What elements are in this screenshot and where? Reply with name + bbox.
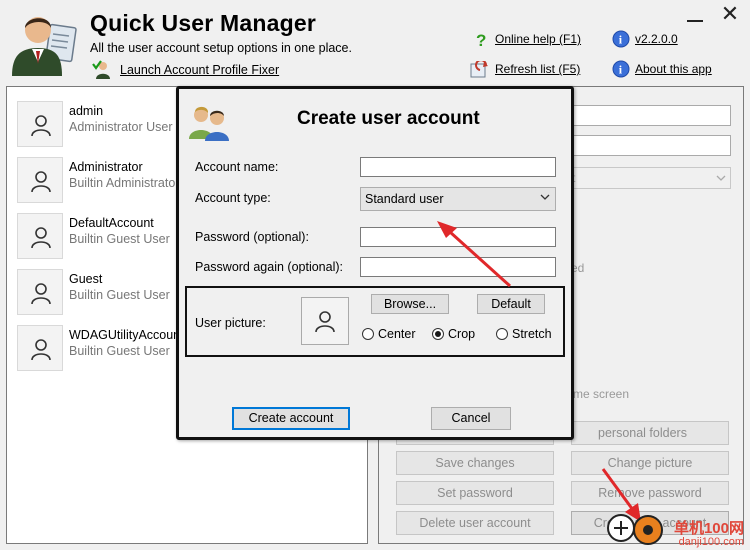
radio-stretch-label: Stretch bbox=[512, 327, 552, 341]
change-picture-button[interactable]: Change picture bbox=[571, 451, 729, 475]
account-type-value: Standard user bbox=[365, 192, 444, 206]
radio-center-dot bbox=[362, 328, 374, 340]
user-name: admin bbox=[69, 104, 104, 118]
user-description: Builtin Guest User bbox=[69, 288, 170, 302]
set-password-button[interactable]: Set password bbox=[396, 481, 554, 505]
account-name-label: Account name: bbox=[195, 160, 279, 174]
refresh-icon[interactable] bbox=[470, 59, 490, 79]
detail-type-combo[interactable]: t bbox=[569, 167, 731, 189]
user-description: Builtin Administrator bbox=[69, 176, 180, 190]
close-icon[interactable]: ✕ bbox=[718, 2, 742, 26]
watermark-line2: danji100.com bbox=[678, 536, 744, 548]
detail-fullname-field[interactable] bbox=[569, 135, 731, 156]
user-description: Builtin Guest User bbox=[69, 232, 170, 246]
password-label: Password (optional): bbox=[195, 230, 309, 244]
user-name: DefaultAccount bbox=[69, 216, 154, 230]
user-avatar-icon bbox=[17, 101, 63, 147]
user-name: Guest bbox=[69, 272, 103, 286]
default-picture-button[interactable]: Default bbox=[477, 294, 545, 314]
user-avatar-icon bbox=[17, 269, 63, 315]
users-icon bbox=[187, 103, 233, 141]
account-type-label: Account type: bbox=[195, 191, 271, 205]
cancel-button[interactable]: Cancel bbox=[431, 407, 511, 430]
radio-crop-dot bbox=[432, 328, 444, 340]
create-user-dialog: Create user account Account name: Accoun… bbox=[176, 86, 574, 440]
password-again-input[interactable] bbox=[360, 257, 556, 277]
app-subtitle: All the user account setup options in on… bbox=[90, 41, 352, 55]
profile-fixer-icon[interactable] bbox=[92, 60, 112, 80]
user-picture-label: User picture: bbox=[195, 316, 266, 330]
user-description: Builtin Guest User bbox=[69, 344, 170, 358]
browse-button[interactable]: Browse... bbox=[371, 294, 449, 314]
detail-name-field[interactable] bbox=[569, 105, 731, 126]
chevron-down-icon bbox=[540, 194, 550, 200]
refresh-list-link[interactable]: Refresh list (F5) bbox=[495, 62, 580, 76]
info-icon[interactable]: i bbox=[612, 30, 630, 48]
user-picture-preview bbox=[301, 297, 349, 345]
personal-folders-button[interactable]: personal folders bbox=[571, 421, 729, 445]
radio-stretch-dot bbox=[496, 328, 508, 340]
chevron-down-icon bbox=[716, 175, 726, 181]
user-name: Administrator bbox=[69, 160, 143, 174]
radio-stretch[interactable]: Stretch bbox=[496, 327, 556, 343]
help-icon[interactable]: ? bbox=[474, 31, 490, 50]
password-input[interactable] bbox=[360, 227, 556, 247]
radio-crop-label: Crop bbox=[448, 327, 476, 341]
about-info-icon[interactable]: i bbox=[612, 60, 630, 78]
user-picture-group: User picture: Browse... Default Center C… bbox=[185, 286, 565, 357]
delete-user-button[interactable]: Delete user account bbox=[396, 511, 554, 535]
user-avatar-icon bbox=[315, 311, 335, 333]
remove-password-button[interactable]: Remove password bbox=[571, 481, 729, 505]
detail-welcome-fragment: me screen bbox=[573, 387, 630, 401]
user-description: Administrator User bbox=[69, 120, 173, 134]
create-account-button[interactable]: Create account bbox=[232, 407, 350, 430]
radio-center-label: Center bbox=[378, 327, 416, 341]
about-app-link[interactable]: About this app bbox=[635, 62, 712, 76]
user-avatar-icon bbox=[17, 213, 63, 259]
account-name-input[interactable] bbox=[360, 157, 556, 177]
svg-text:?: ? bbox=[476, 31, 486, 49]
dialog-title: Create user account bbox=[297, 108, 480, 129]
radio-center[interactable]: Center bbox=[362, 327, 422, 343]
watermark: 单机100网 danji100.com bbox=[648, 521, 744, 548]
account-type-select[interactable]: Standard user bbox=[360, 187, 556, 211]
watermark-line1: 单机100网 bbox=[673, 520, 744, 537]
launch-profile-fixer-link[interactable]: Launch Account Profile Fixer bbox=[120, 63, 279, 77]
radio-crop[interactable]: Crop bbox=[432, 327, 482, 343]
app-title: Quick User Manager bbox=[90, 10, 317, 36]
password-again-label: Password again (optional): bbox=[195, 260, 343, 274]
app-logo-icon bbox=[8, 8, 78, 78]
user-name: WDAGUtilityAccount bbox=[69, 328, 184, 342]
user-avatar-icon bbox=[17, 157, 63, 203]
user-avatar-icon bbox=[17, 325, 63, 371]
minimize-button[interactable] bbox=[686, 14, 704, 22]
online-help-link[interactable]: Online help (F1) bbox=[495, 32, 581, 46]
save-changes-button[interactable]: Save changes bbox=[396, 451, 554, 475]
version-link[interactable]: v2.2.0.0 bbox=[635, 32, 678, 46]
